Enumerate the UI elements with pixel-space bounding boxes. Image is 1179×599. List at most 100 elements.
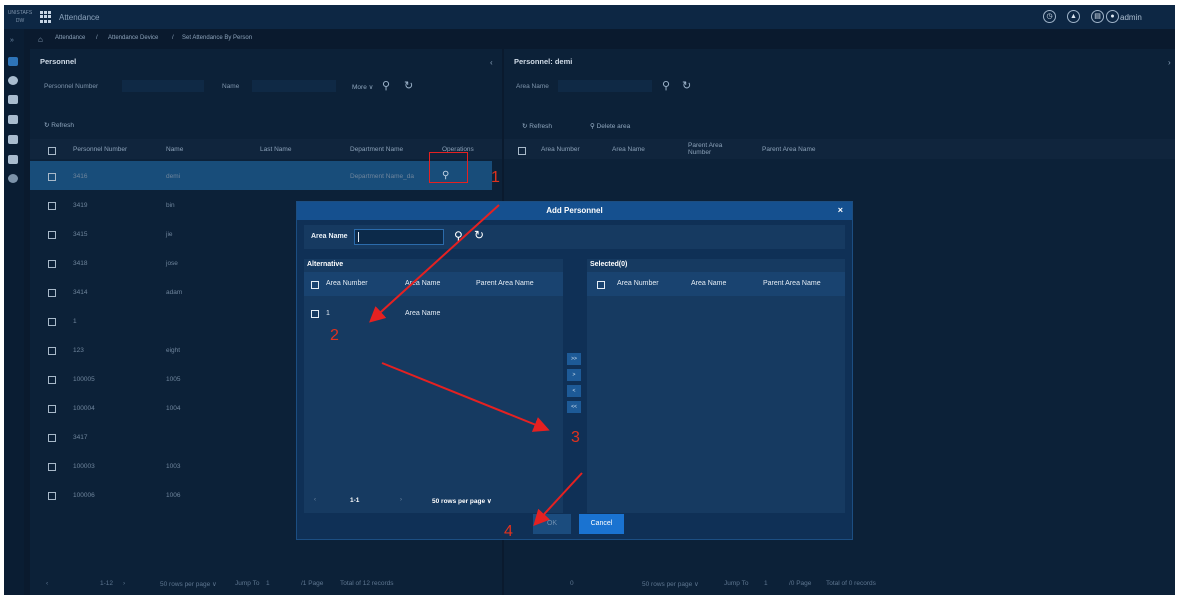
name-input[interactable] bbox=[252, 80, 336, 92]
collapse-icon[interactable]: ‹ bbox=[490, 58, 493, 67]
schedule-icon[interactable] bbox=[8, 135, 18, 144]
rows-per-page-select[interactable]: 50 rows per page ∨ bbox=[432, 497, 492, 505]
column-header[interactable]: Area Number bbox=[541, 146, 580, 153]
row-checkbox[interactable] bbox=[48, 202, 56, 210]
column-header[interactable]: Parent Area Number bbox=[688, 142, 728, 156]
annotation-step-2: 2 bbox=[330, 327, 339, 344]
row-checkbox[interactable] bbox=[48, 463, 56, 471]
panel-title: Personnel: demi bbox=[514, 57, 573, 66]
close-icon[interactable]: × bbox=[838, 205, 843, 215]
apps-grid-icon[interactable] bbox=[40, 11, 52, 23]
user-name[interactable]: admin bbox=[1120, 13, 1142, 22]
logo: UNISTAFS DW bbox=[7, 10, 33, 24]
breadcrumb-separator: / bbox=[172, 35, 174, 41]
move-left-button[interactable]: < bbox=[567, 385, 581, 397]
row-checkbox[interactable] bbox=[48, 434, 56, 442]
cell-number: 1 bbox=[73, 318, 77, 325]
next-page-icon[interactable]: › bbox=[123, 580, 125, 587]
row-checkbox[interactable] bbox=[48, 173, 56, 181]
row-checkbox[interactable] bbox=[48, 492, 56, 500]
device-icon[interactable] bbox=[8, 57, 18, 66]
select-all-checkbox[interactable] bbox=[597, 281, 605, 289]
select-all-checkbox[interactable] bbox=[48, 147, 56, 155]
search-icon[interactable]: ⚲ bbox=[454, 229, 463, 243]
cell-number: 3414 bbox=[73, 289, 88, 296]
column-header[interactable]: Area Name bbox=[612, 146, 645, 153]
delete-area-button[interactable]: ⚲ Delete area bbox=[590, 122, 630, 130]
rows-per-page-select[interactable]: 50 rows per page ∨ bbox=[160, 580, 217, 588]
record-total: Total of 12 records bbox=[340, 580, 394, 587]
table-row[interactable]: 3416 demi Department Name_da ⚲ bbox=[30, 161, 492, 190]
expand-icon[interactable]: › bbox=[1168, 58, 1171, 67]
settings-icon[interactable] bbox=[8, 174, 18, 183]
jump-to-input[interactable]: 1 bbox=[266, 580, 270, 587]
personnel-number-input[interactable] bbox=[122, 80, 204, 92]
reset-icon[interactable]: ↻ bbox=[404, 79, 413, 92]
breadcrumb-attendance[interactable]: Attendance bbox=[55, 35, 85, 41]
alternative-title: Alternative bbox=[307, 261, 344, 268]
file-icon[interactable]: ▤ bbox=[1091, 10, 1104, 23]
dialog-title: Add Personnel bbox=[297, 202, 852, 220]
row-checkbox[interactable] bbox=[48, 347, 56, 355]
search-icon[interactable]: ⚲ bbox=[382, 79, 390, 92]
row-checkbox[interactable] bbox=[48, 289, 56, 297]
jump-to-label: Jump To bbox=[724, 580, 749, 587]
row-checkbox[interactable] bbox=[48, 318, 56, 326]
breadcrumb-attendance-device[interactable]: Attendance Device bbox=[108, 35, 158, 41]
cell-name: demi bbox=[166, 173, 181, 180]
clock-icon[interactable]: ◷ bbox=[1043, 10, 1056, 23]
cancel-button[interactable]: Cancel bbox=[579, 514, 624, 534]
move-right-button[interactable]: > bbox=[567, 369, 581, 381]
move-all-right-button[interactable]: >> bbox=[567, 353, 581, 365]
selected-title: Selected(0) bbox=[590, 261, 628, 268]
reset-icon[interactable]: ↻ bbox=[474, 228, 484, 242]
column-header[interactable]: Area Number bbox=[326, 280, 368, 287]
calendar-icon[interactable] bbox=[8, 115, 18, 124]
column-header[interactable]: Area Name bbox=[405, 280, 440, 287]
annotation-step-4: 4 bbox=[504, 523, 513, 540]
column-header[interactable]: Parent Area Name bbox=[476, 280, 534, 287]
user-icon[interactable]: ● bbox=[1106, 10, 1119, 23]
row-checkbox[interactable] bbox=[48, 376, 56, 384]
column-header[interactable]: Last Name bbox=[260, 146, 291, 153]
table-header: Area Number Area Name Parent Area Number… bbox=[504, 139, 1175, 159]
cell-name: bin bbox=[166, 202, 175, 209]
next-page-icon[interactable]: › bbox=[400, 497, 402, 503]
expand-sidebar-icon[interactable]: » bbox=[10, 37, 14, 44]
column-header[interactable]: Area Name bbox=[691, 280, 726, 287]
rows-per-page-select[interactable]: 50 rows per page ∨ bbox=[642, 580, 699, 588]
reset-icon[interactable]: ↻ bbox=[682, 79, 691, 92]
column-header[interactable]: Area Number bbox=[617, 280, 659, 287]
panel-title: Personnel bbox=[40, 57, 77, 66]
column-header[interactable]: Name bbox=[166, 146, 183, 153]
row-checkbox[interactable] bbox=[48, 405, 56, 413]
ok-button[interactable]: OK bbox=[533, 514, 571, 534]
area-name-input[interactable] bbox=[354, 229, 444, 245]
select-all-checkbox[interactable] bbox=[311, 281, 319, 289]
refresh-button[interactable]: ↻ Refresh bbox=[522, 122, 552, 130]
refresh-button[interactable]: ↻ Refresh bbox=[44, 121, 74, 129]
jump-to-input[interactable]: 1 bbox=[764, 580, 768, 587]
column-header[interactable]: Department Name bbox=[350, 146, 403, 153]
prev-page-icon[interactable]: ‹ bbox=[314, 497, 316, 503]
search-icon[interactable]: ⚲ bbox=[662, 79, 670, 92]
column-header[interactable]: Parent Area Name bbox=[762, 146, 815, 153]
bell-icon[interactable]: ▲ bbox=[1067, 10, 1080, 23]
sidebar: » bbox=[4, 29, 24, 595]
info-icon[interactable] bbox=[8, 76, 18, 85]
row-checkbox[interactable] bbox=[48, 231, 56, 239]
column-header[interactable]: Parent Area Name bbox=[763, 280, 821, 287]
name-label: Name bbox=[222, 83, 240, 90]
move-all-left-button[interactable]: << bbox=[567, 401, 581, 413]
more-button[interactable]: More ∨ bbox=[352, 83, 373, 91]
home-icon[interactable]: ⌂ bbox=[38, 35, 43, 44]
area-name-input[interactable] bbox=[558, 80, 652, 92]
select-all-checkbox[interactable] bbox=[518, 147, 526, 155]
column-header[interactable]: Personnel Number bbox=[73, 146, 127, 153]
prev-page-icon[interactable]: ‹ bbox=[46, 580, 48, 587]
report-icon[interactable] bbox=[8, 155, 18, 164]
row-checkbox[interactable] bbox=[48, 260, 56, 268]
page-range: 1-1 bbox=[350, 497, 360, 504]
row-checkbox[interactable] bbox=[311, 310, 319, 318]
edit-icon[interactable] bbox=[8, 95, 18, 104]
